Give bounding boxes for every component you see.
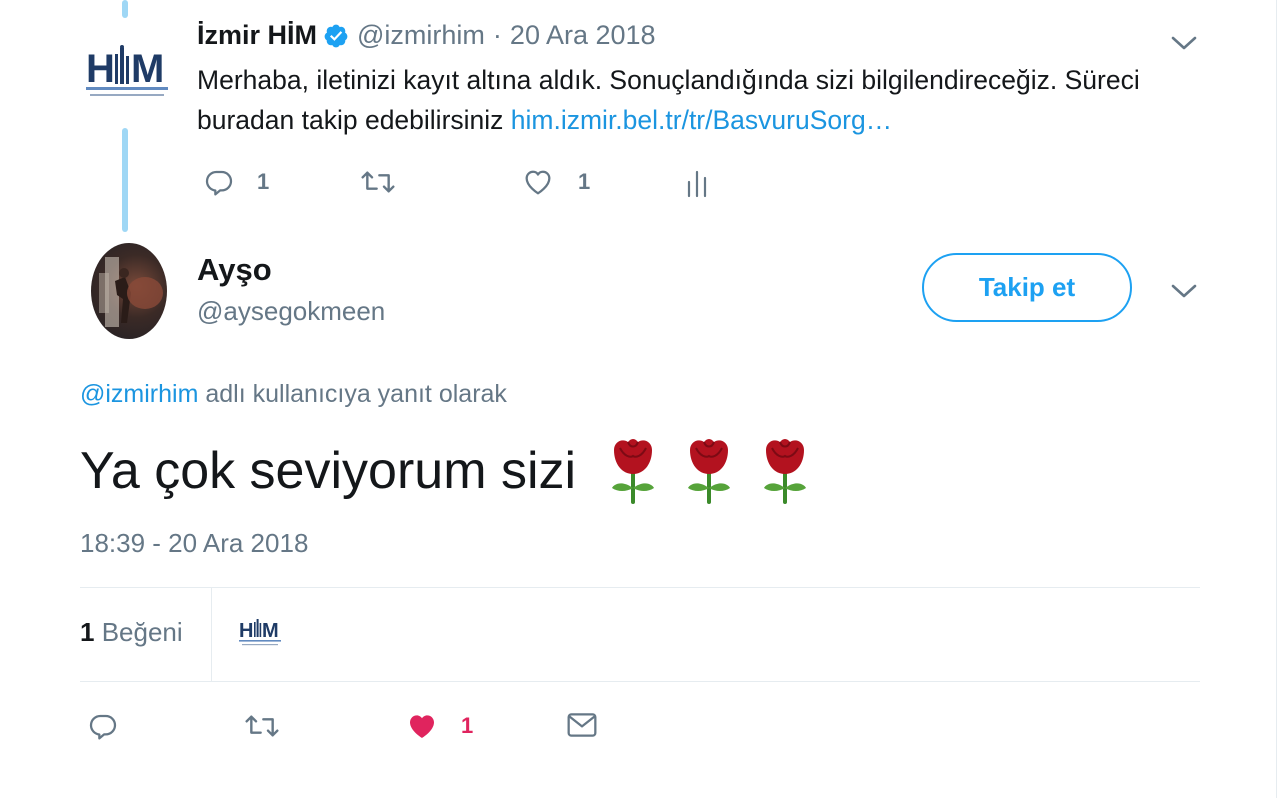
parent-author-name[interactable]: İzmir HİM bbox=[197, 20, 317, 51]
likes-label: Beğeni bbox=[101, 617, 183, 647]
avatar[interactable] bbox=[91, 243, 167, 339]
page-right-border bbox=[1276, 0, 1277, 798]
heart-filled-icon bbox=[410, 715, 434, 738]
chevron-down-icon[interactable] bbox=[1171, 283, 1197, 299]
reply-action[interactable] bbox=[87, 710, 119, 742]
parent-reply-action[interactable]: 1 bbox=[203, 166, 269, 198]
author-handle[interactable]: @aysegokmeen bbox=[197, 296, 385, 327]
reply-mention-link[interactable]: @izmirhim bbox=[80, 380, 198, 408]
parent-tweet-header: İzmir HİM @izmirhim · 20 Ara 2018 bbox=[197, 20, 656, 51]
chevron-down-icon[interactable] bbox=[1171, 35, 1197, 51]
svg-text:H: H bbox=[86, 47, 114, 91]
reply-icon bbox=[89, 714, 117, 740]
likes-stat[interactable]: 1 Beğeni bbox=[80, 617, 183, 648]
avatar-photo bbox=[99, 257, 163, 327]
tweet-text: Ya çok seviyorum sizi bbox=[80, 436, 812, 506]
rose-emoji-icon bbox=[764, 439, 807, 504]
parent-tweet-link[interactable]: him.izmir.bel.tr/tr/BasvuruSorg… bbox=[511, 105, 892, 135]
stats-divider-vertical bbox=[211, 587, 212, 681]
parent-author-handle[interactable]: @izmirhim bbox=[357, 20, 485, 51]
mail-icon bbox=[567, 713, 597, 737]
stats-divider-bottom bbox=[80, 681, 1200, 682]
parent-analytics-action[interactable] bbox=[686, 168, 710, 198]
svg-text:H: H bbox=[239, 620, 253, 642]
parent-retweet-action[interactable] bbox=[359, 166, 397, 198]
reply-context-text: adlı kullanıcıya yanıt olarak bbox=[198, 380, 507, 408]
verified-badge-icon bbox=[324, 24, 348, 47]
svg-text:M: M bbox=[131, 47, 163, 91]
retweet-action[interactable] bbox=[243, 710, 281, 742]
retweet-icon bbox=[361, 171, 395, 193]
retweet-icon bbox=[245, 715, 279, 737]
rose-emoji-icon bbox=[688, 439, 731, 504]
likes-count: 1 bbox=[80, 617, 95, 647]
author-name[interactable]: Ayşo bbox=[197, 252, 272, 288]
header-separator: · bbox=[492, 20, 502, 50]
parent-like-action[interactable]: 1 bbox=[522, 166, 590, 198]
parent-reply-count: 1 bbox=[257, 169, 270, 194]
tweet-text-body: Ya çok seviyorum sizi bbox=[80, 442, 577, 500]
follow-button[interactable]: Takip et bbox=[922, 253, 1132, 322]
reply-context: @izmirhim adlı kullanıcıya yanıt olarak bbox=[80, 380, 507, 409]
like-count: 1 bbox=[461, 713, 474, 738]
thread-line-top bbox=[122, 0, 128, 18]
parent-tweet-text: Merhaba, iletinizi kayıt altına aldık. S… bbox=[197, 60, 1207, 140]
tweet-timestamp[interactable]: 18:39 - 20 Ara 2018 bbox=[80, 528, 308, 559]
rose-emoji-icon bbox=[612, 439, 655, 504]
svg-text:M: M bbox=[262, 620, 279, 642]
reply-icon bbox=[205, 170, 233, 196]
like-action[interactable]: 1 bbox=[405, 710, 473, 742]
thread-line bbox=[122, 128, 128, 232]
liker-avatar-him-logo[interactable]: H M bbox=[238, 617, 282, 649]
heart-outline-icon bbox=[525, 170, 551, 195]
direct-message-action[interactable] bbox=[566, 710, 598, 740]
stats-divider-top bbox=[80, 587, 1200, 588]
parent-like-count: 1 bbox=[578, 169, 591, 194]
parent-tweet-date[interactable]: 20 Ara 2018 bbox=[510, 20, 656, 51]
izmir-him-logo[interactable]: H M bbox=[84, 44, 170, 104]
analytics-icon bbox=[687, 170, 707, 198]
